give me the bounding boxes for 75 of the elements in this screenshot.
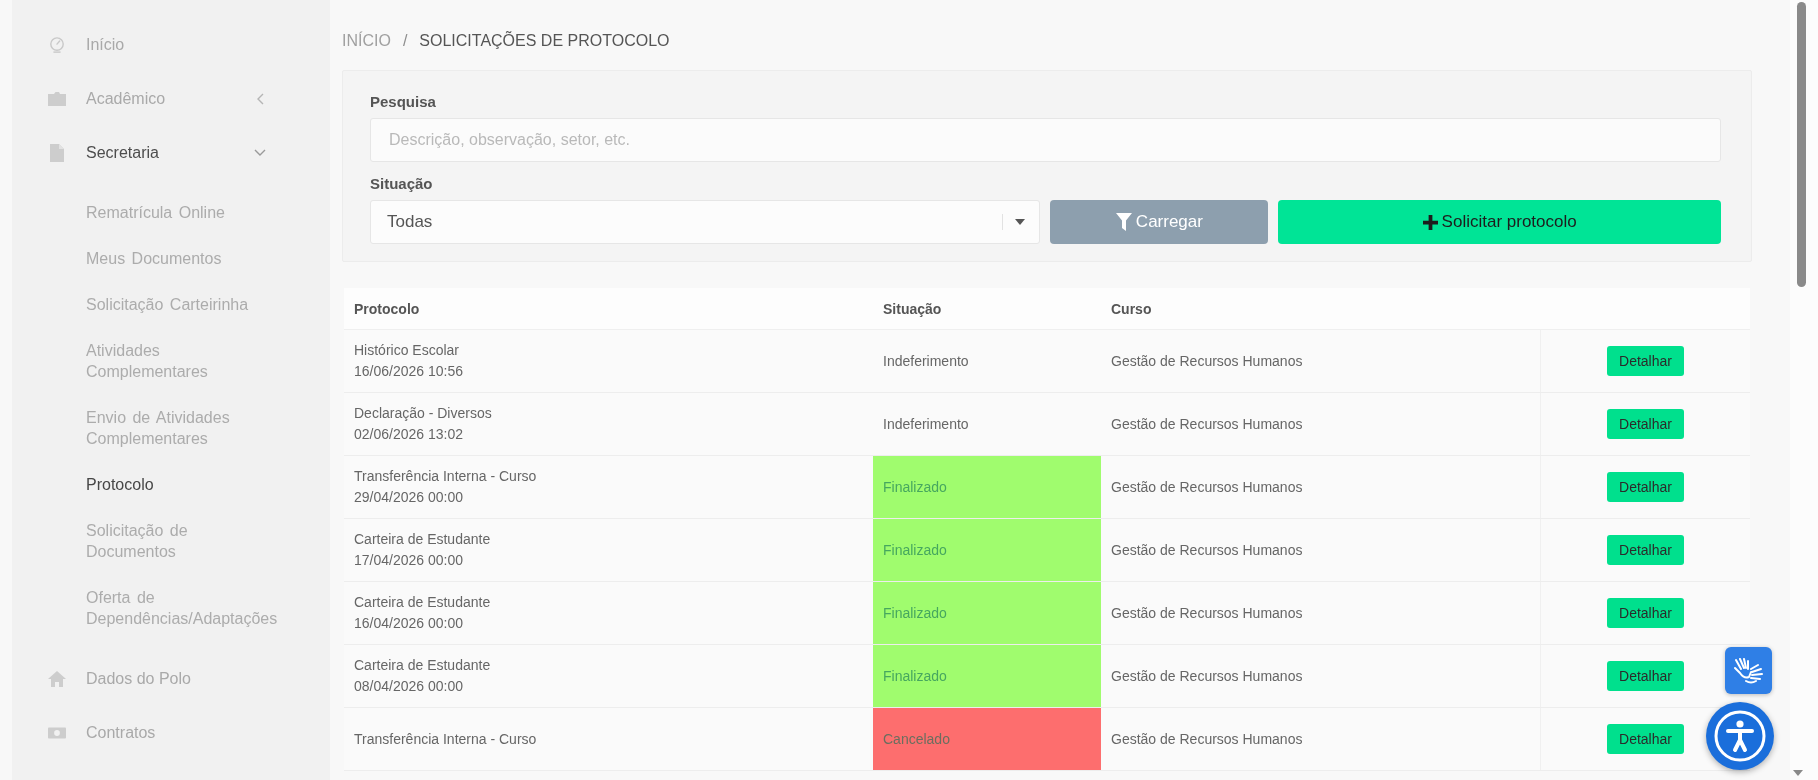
request-title: Histórico Escolar bbox=[354, 342, 460, 359]
details-button[interactable]: Detalhar bbox=[1607, 535, 1684, 565]
status-label: Finalizado bbox=[883, 605, 947, 621]
load-button[interactable]: Carregar bbox=[1050, 200, 1269, 244]
hands-icon bbox=[1733, 657, 1764, 684]
request-title: Transferência Interna - Curso bbox=[354, 468, 537, 485]
request-date: 08/04/2026 00:00 bbox=[354, 678, 463, 695]
nav-item[interactable]: Dados do Polo bbox=[48, 652, 268, 706]
filter-icon bbox=[1115, 213, 1132, 231]
course-name: Gestão de Recursos Humanos bbox=[1111, 353, 1303, 369]
status-label: Cancelado bbox=[883, 731, 950, 747]
request-date: 29/04/2026 00:00 bbox=[354, 489, 463, 506]
request-title: Carteira de Estudante bbox=[354, 594, 491, 611]
request-date: 16/06/2026 10:56 bbox=[354, 363, 463, 380]
submenu-item[interactable]: Protocolo bbox=[86, 462, 154, 508]
scroll-down-icon[interactable] bbox=[1793, 770, 1803, 776]
submenu-item[interactable]: Rematrícula Online bbox=[86, 190, 225, 236]
home-icon bbox=[48, 671, 66, 687]
plus-icon bbox=[1422, 214, 1438, 230]
chevron-down-icon bbox=[254, 149, 266, 157]
details-button[interactable]: Detalhar bbox=[1607, 472, 1684, 502]
nav-item[interactable]: Contratos bbox=[48, 706, 268, 760]
details-button[interactable]: Detalhar bbox=[1607, 409, 1684, 439]
course-name: Gestão de Recursos Humanos bbox=[1111, 479, 1303, 495]
status-label: Situação bbox=[370, 175, 433, 192]
scrollbar-thumb[interactable] bbox=[1797, 2, 1806, 287]
status-select[interactable]: Todas bbox=[370, 200, 1041, 244]
details-button[interactable]: Detalhar bbox=[1607, 598, 1684, 628]
sign-language-button[interactable] bbox=[1725, 647, 1772, 694]
search-label: Pesquisa bbox=[370, 93, 436, 110]
nav-item[interactable]: Início bbox=[48, 18, 268, 72]
caret-icon bbox=[1015, 219, 1026, 225]
search-field[interactable]: Descrição, observação, setor, etc. bbox=[370, 118, 1721, 162]
banknote-icon bbox=[48, 725, 66, 741]
folder-icon bbox=[48, 91, 66, 107]
column-header: Protocolo bbox=[354, 300, 420, 317]
request-date: 16/04/2026 00:00 bbox=[354, 615, 463, 632]
chevron-left-icon bbox=[256, 93, 264, 105]
accessibility-icon bbox=[1714, 710, 1766, 762]
status-label: Finalizado bbox=[883, 479, 947, 495]
gauge-icon bbox=[48, 37, 66, 53]
request-date: 17/04/2026 00:00 bbox=[354, 552, 463, 569]
request-title: Declaração - Diversos bbox=[354, 405, 492, 422]
course-name: Gestão de Recursos Humanos bbox=[1111, 605, 1303, 621]
breadcrumb-current: SOLICITAÇÕES DE PROTOCOLO bbox=[419, 31, 670, 51]
nav-item[interactable]: Acadêmico bbox=[48, 72, 268, 126]
submenu-item[interactable]: Atividades Complementares bbox=[86, 328, 280, 395]
accessibility-button[interactable] bbox=[1706, 702, 1774, 770]
breadcrumb-separator: / bbox=[402, 31, 408, 51]
request-date: 02/06/2026 13:02 bbox=[354, 426, 463, 443]
submenu-item[interactable]: Solicitação Carteirinha bbox=[86, 282, 249, 328]
submenu-item[interactable]: Meus Documentos bbox=[86, 236, 222, 282]
column-header: Curso bbox=[1111, 300, 1152, 317]
nav-item[interactable]: Secretaria bbox=[48, 126, 268, 180]
details-button[interactable]: Detalhar bbox=[1607, 346, 1684, 376]
course-name: Gestão de Recursos Humanos bbox=[1111, 416, 1303, 432]
request-button[interactable]: Solicitar protocolo bbox=[1278, 200, 1721, 244]
details-button[interactable]: Detalhar bbox=[1607, 661, 1684, 691]
submenu-item[interactable]: Oferta de Dependências/Adaptações bbox=[86, 575, 280, 642]
request-title: Transferência Interna - Curso bbox=[354, 730, 537, 748]
request-title: Carteira de Estudante bbox=[354, 657, 491, 674]
submenu-item[interactable]: Envio de Atividades Complementares bbox=[86, 395, 280, 462]
file-icon bbox=[50, 144, 64, 162]
status-label: Indeferimento bbox=[883, 416, 969, 432]
column-header: Situação bbox=[883, 300, 942, 317]
course-name: Gestão de Recursos Humanos bbox=[1111, 731, 1303, 747]
course-name: Gestão de Recursos Humanos bbox=[1111, 668, 1303, 684]
status-label: Finalizado bbox=[883, 542, 947, 558]
course-name: Gestão de Recursos Humanos bbox=[1111, 542, 1303, 558]
breadcrumb-link[interactable]: INÍCIO bbox=[342, 31, 391, 51]
status-label: Indeferimento bbox=[883, 353, 969, 369]
request-title: Carteira de Estudante bbox=[354, 531, 491, 548]
status-label: Finalizado bbox=[883, 668, 947, 684]
submenu-item[interactable]: Solicitação de Documentos bbox=[86, 508, 280, 575]
details-button[interactable]: Detalhar bbox=[1607, 724, 1684, 754]
